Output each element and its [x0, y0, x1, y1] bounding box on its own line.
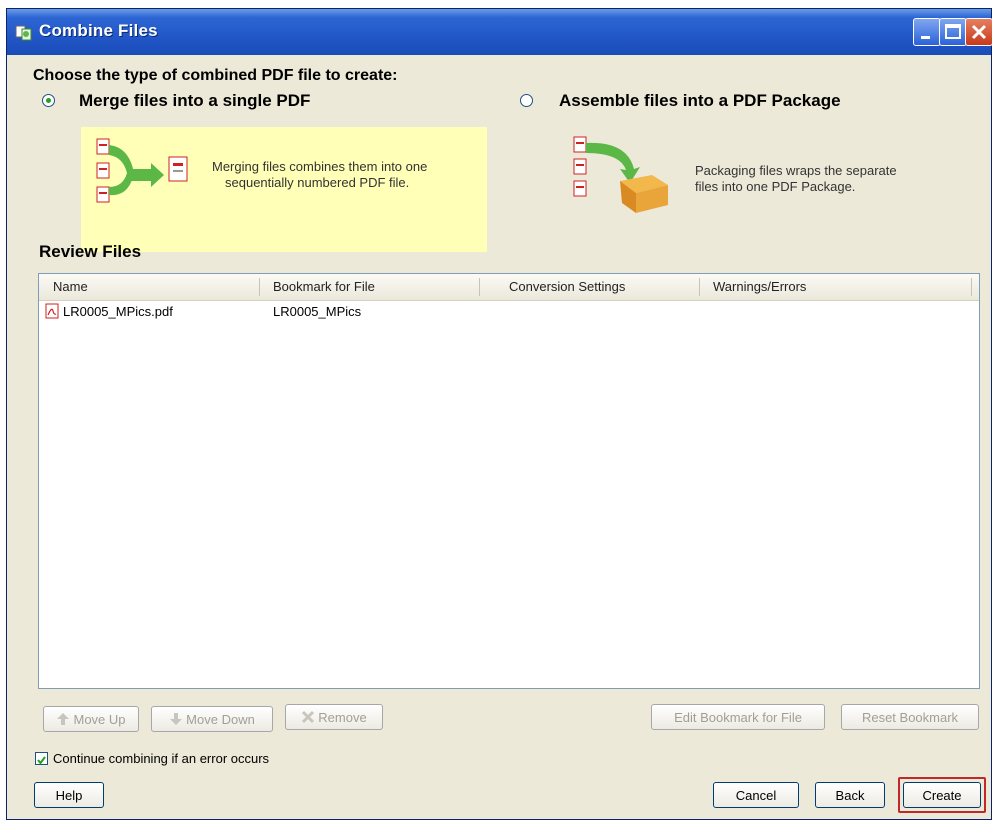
pdf-package-icon [573, 136, 668, 213]
column-divider[interactable] [479, 278, 480, 296]
column-header-conversion[interactable]: Conversion Settings [509, 279, 625, 294]
arrow-down-icon [170, 713, 183, 725]
remove-label: Remove [318, 709, 367, 725]
review-files-heading: Review Files [39, 242, 142, 261]
continue-on-error-checkbox[interactable] [35, 752, 48, 765]
bookmark-cell: LR0005_MPics [273, 304, 362, 319]
column-divider[interactable] [971, 278, 972, 296]
package-option-label[interactable]: Assemble files into a PDF Package [559, 91, 841, 111]
cancel-button[interactable]: Cancel [713, 782, 799, 808]
file-list[interactable]: Name Bookmark for File Conversion Settin… [38, 273, 980, 689]
back-label: Back [835, 787, 865, 803]
maximize-button[interactable] [939, 18, 967, 46]
move-down-label: Move Down [186, 711, 255, 727]
remove-button[interactable]: Remove [285, 704, 383, 730]
reset-bookmark-label: Reset Bookmark [861, 709, 959, 725]
table-row[interactable]: LR0005_MPics.pdf LR0005_MPics [41, 302, 977, 322]
minimize-icon [921, 36, 930, 39]
cancel-label: Cancel [735, 787, 777, 803]
help-label: Help [55, 787, 83, 803]
edit-bookmark-button[interactable]: Edit Bookmark for File [651, 704, 825, 730]
package-description-line2: files into one PDF Package. [695, 179, 856, 194]
merge-radio[interactable] [42, 94, 55, 107]
create-label: Create [922, 787, 962, 803]
column-header-name[interactable]: Name [53, 279, 88, 294]
package-description-line1: Packaging files wraps the separate [695, 163, 897, 178]
move-up-button[interactable]: Move Up [43, 706, 139, 732]
column-divider[interactable] [259, 278, 260, 296]
minimize-button[interactable] [913, 18, 941, 46]
maximize-icon [945, 24, 961, 39]
create-button[interactable]: Create [903, 782, 981, 808]
move-down-button[interactable]: Move Down [151, 706, 273, 732]
arrow-up-icon [57, 713, 70, 725]
package-radio[interactable] [520, 94, 533, 107]
close-icon [971, 24, 987, 40]
move-up-label: Move Up [73, 711, 126, 727]
reset-bookmark-button[interactable]: Reset Bookmark [841, 704, 979, 730]
combine-files-icon [15, 25, 32, 41]
merge-description-line2: sequentially numbered PDF file. [225, 175, 410, 190]
column-divider[interactable] [699, 278, 700, 296]
merge-description-line1: Merging files combines them into one [212, 159, 428, 174]
file-list-header: Name Bookmark for File Conversion Settin… [39, 274, 979, 301]
window-title: Combine Files [39, 21, 158, 40]
file-name-cell: LR0005_MPics.pdf [63, 304, 173, 319]
checkmark-icon [37, 756, 46, 765]
pdf-file-icon [45, 303, 59, 319]
remove-x-icon [302, 710, 315, 724]
title-bar[interactable]: Combine Files [7, 9, 993, 55]
column-header-warnings[interactable]: Warnings/Errors [713, 279, 806, 294]
type-heading: Choose the type of combined PDF file to … [33, 67, 398, 84]
help-button[interactable]: Help [34, 782, 104, 808]
edit-bookmark-label: Edit Bookmark for File [674, 709, 802, 725]
combine-files-dialog: Combine Files Choose the type of combine… [6, 8, 993, 820]
close-button[interactable] [965, 18, 993, 46]
column-header-bookmark[interactable]: Bookmark for File [273, 279, 375, 294]
continue-on-error-label: Continue combining if an error occurs [53, 751, 270, 766]
merge-option-label[interactable]: Merge files into a single PDF [79, 91, 310, 111]
back-button[interactable]: Back [815, 782, 885, 808]
merge-files-icon [96, 138, 188, 203]
